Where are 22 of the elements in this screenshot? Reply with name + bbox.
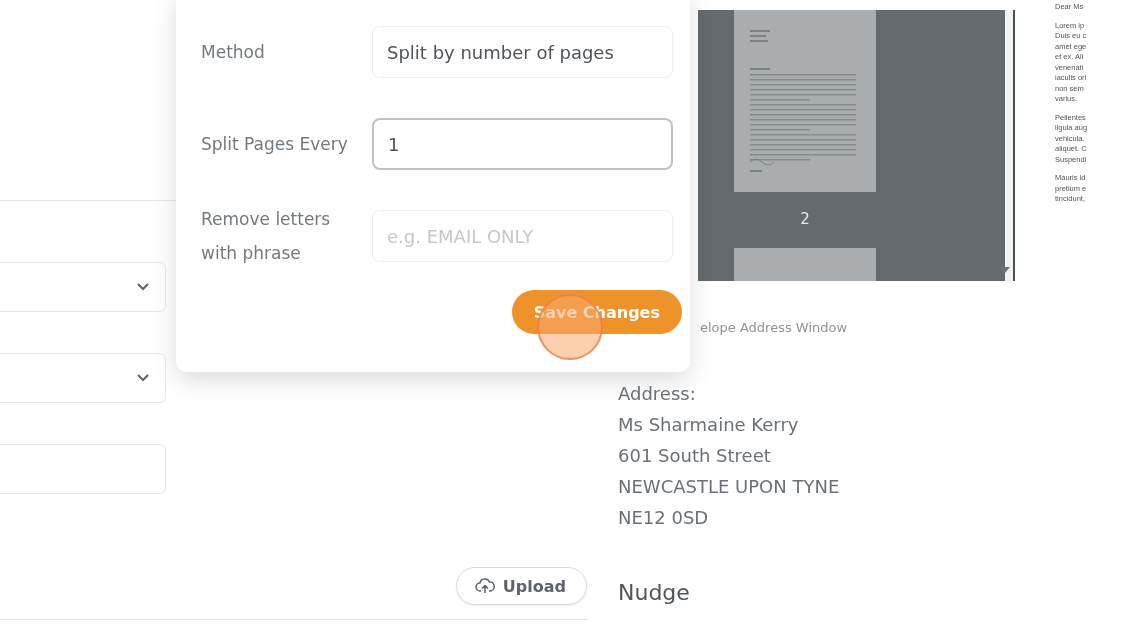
- form-field[interactable]: [0, 444, 166, 494]
- envelope-window-label: elope Address Window: [700, 320, 848, 335]
- field-label: Split Pages Every: [201, 133, 349, 156]
- form-field[interactable]: [0, 262, 166, 312]
- address-line: Ms Sharmaine Kerry: [618, 413, 799, 437]
- cloud-upload-icon: [474, 578, 495, 594]
- section-heading: Nudge: [618, 580, 690, 605]
- page-number: 2: [800, 210, 810, 228]
- upload-button[interactable]: Upload: [455, 567, 587, 605]
- input-field[interactable]: 1: [372, 118, 673, 170]
- chevron-down-icon: [137, 283, 149, 291]
- scroll-down-icon[interactable]: [1000, 267, 1010, 273]
- field-label: Method: [201, 41, 266, 64]
- field-label: Remove letters with phrase: [201, 208, 332, 265]
- address-line: NE12 0SD: [618, 506, 709, 530]
- chevron-down-icon: [137, 374, 149, 382]
- address-line: NEWCASTLE UPON TYNE: [618, 475, 840, 499]
- input-field[interactable]: e.g. EMAIL ONLY: [372, 210, 673, 262]
- form-field[interactable]: [0, 353, 166, 403]
- address-heading: Address:: [618, 382, 696, 406]
- input-field[interactable]: Split by number of pages: [372, 26, 673, 78]
- address-line: 601 South Street: [618, 444, 771, 468]
